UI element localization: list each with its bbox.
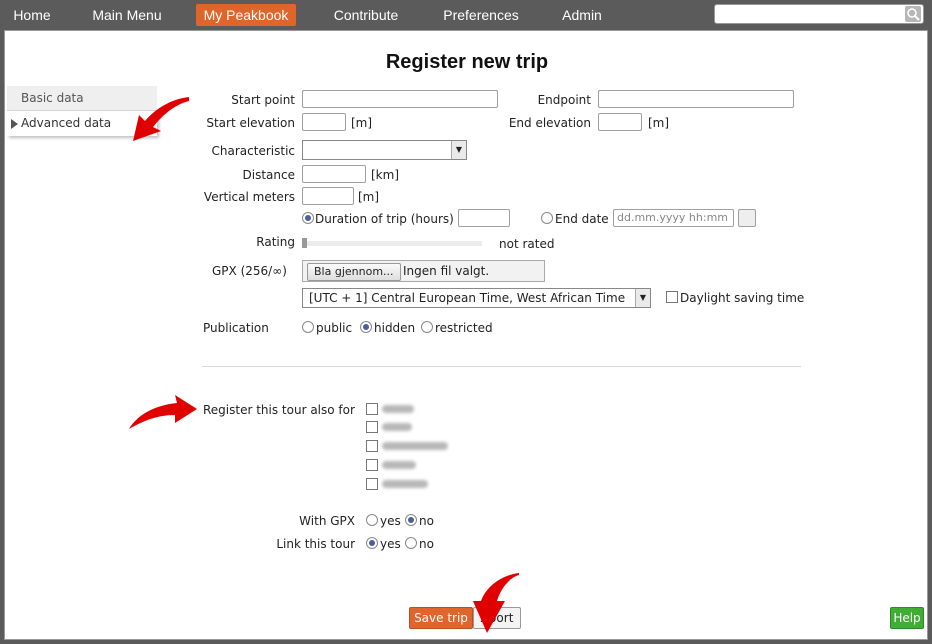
start-point-label: Start point <box>231 93 295 107</box>
gpx-file-input[interactable]: Bla gjennom... Ingen fil valgt. <box>302 260 545 282</box>
search-icon[interactable] <box>905 6 921 22</box>
divider <box>202 366 801 367</box>
nav-home[interactable]: Home <box>4 4 60 26</box>
rating-slider-handle[interactable] <box>302 238 307 248</box>
register-user-checkbox[interactable] <box>366 459 378 471</box>
link-tour-label: Link this tour <box>276 537 355 551</box>
publication-public-label: public <box>316 321 353 335</box>
register-user-checkbox[interactable] <box>366 478 378 490</box>
duration-input[interactable] <box>458 209 510 227</box>
distance-input[interactable] <box>302 165 366 183</box>
duration-label: Duration of trip (hours) <box>315 212 454 226</box>
rating-value: not rated <box>499 237 555 251</box>
rating-label: Rating <box>256 235 295 249</box>
rating-slider[interactable] <box>302 241 482 246</box>
chevron-down-icon[interactable]: ▼ <box>635 289 650 307</box>
daylight-checkbox[interactable] <box>666 291 678 303</box>
characteristic-label: Characteristic <box>211 144 295 158</box>
red-arrow-icon <box>133 97 189 141</box>
vertical-meters-input[interactable] <box>302 187 354 205</box>
with-gpx-label: With GPX <box>299 514 355 528</box>
characteristic-select[interactable]: ▼ <box>302 140 467 160</box>
publication-label: Publication <box>203 321 269 335</box>
blurred-user-name <box>382 480 428 488</box>
with-gpx-yes-radio[interactable] <box>366 514 378 526</box>
timezone-value: [UTC + 1] Central European Time, West Af… <box>309 291 626 305</box>
link-tour-yes-radio[interactable] <box>366 537 378 549</box>
sidebar-item-label: Advanced data <box>21 116 112 130</box>
timezone-select[interactable]: [UTC + 1] Central European Time, West Af… <box>302 288 651 308</box>
nav-preferences[interactable]: Preferences <box>436 4 526 26</box>
publication-restricted-label: restricted <box>435 321 493 335</box>
blurred-user-name <box>382 442 448 450</box>
gpx-label: GPX (256/∞) <box>212 264 287 278</box>
publication-hidden-label: hidden <box>374 321 416 335</box>
endpoint-label: Endpoint <box>537 93 591 107</box>
link-tour-no-label: no <box>419 537 434 551</box>
end-date-input[interactable]: dd.mm.yyyy hh:mm <box>613 209 734 227</box>
nav-main-menu[interactable]: Main Menu <box>86 4 168 26</box>
end-elevation-label: End elevation <box>508 116 591 130</box>
link-tour-no-radio[interactable] <box>405 537 417 549</box>
register-also-label: Register this tour also for <box>203 403 355 417</box>
distance-unit: [km] <box>371 168 400 182</box>
nav-my-peakbook[interactable]: My Peakbook <box>196 4 296 26</box>
chevron-down-icon[interactable]: ▼ <box>451 141 466 159</box>
start-elevation-input[interactable] <box>302 113 346 131</box>
end-date-label: End date <box>555 212 609 226</box>
register-user-checkbox[interactable] <box>366 403 378 415</box>
endpoint-input[interactable] <box>598 90 794 108</box>
sidebar-item-label: Basic data <box>21 91 84 105</box>
search-input[interactable] <box>714 4 924 24</box>
nav-admin[interactable]: Admin <box>552 4 612 26</box>
blurred-user-name <box>382 461 416 469</box>
end-elevation-unit: [m] <box>648 116 670 130</box>
file-status: Ingen fil valgt. <box>403 264 490 278</box>
calendar-button[interactable] <box>738 209 756 227</box>
publication-hidden-radio[interactable] <box>360 321 372 333</box>
blurred-user-name <box>382 405 414 413</box>
start-elevation-label: Start elevation <box>206 116 295 130</box>
link-tour-yes-label: yes <box>380 537 401 551</box>
with-gpx-no-label: no <box>419 514 434 528</box>
start-point-input[interactable] <box>302 90 498 108</box>
distance-label: Distance <box>242 168 295 182</box>
start-elevation-unit: [m] <box>351 116 373 130</box>
browse-button[interactable]: Bla gjennom... <box>307 263 401 281</box>
nav-contribute[interactable]: Contribute <box>324 4 408 26</box>
with-gpx-yes-label: yes <box>380 514 401 528</box>
main-content: Register new trip Basic data Advanced da… <box>4 30 928 640</box>
red-arrow-icon <box>473 573 519 633</box>
help-button[interactable]: Help <box>890 607 924 629</box>
with-gpx-no-radio[interactable] <box>405 514 417 526</box>
end-elevation-input[interactable] <box>598 113 642 131</box>
vertical-meters-unit: [m] <box>358 190 380 204</box>
vertical-meters-label: Vertical meters <box>203 190 295 204</box>
page-title: Register new trip <box>385 51 549 73</box>
register-user-checkbox[interactable] <box>366 440 378 452</box>
end-date-radio[interactable] <box>541 212 553 224</box>
publication-restricted-radio[interactable] <box>421 321 433 333</box>
red-arrow-icon <box>129 395 197 429</box>
top-navigation: Home Main Menu My Peakbook Contribute Pr… <box>0 0 932 30</box>
duration-radio[interactable] <box>302 212 314 224</box>
triangle-right-icon <box>11 119 18 129</box>
blurred-user-name <box>382 423 412 431</box>
daylight-label: Daylight saving time <box>680 291 805 305</box>
register-user-checkbox[interactable] <box>366 421 378 433</box>
publication-public-radio[interactable] <box>302 321 314 333</box>
